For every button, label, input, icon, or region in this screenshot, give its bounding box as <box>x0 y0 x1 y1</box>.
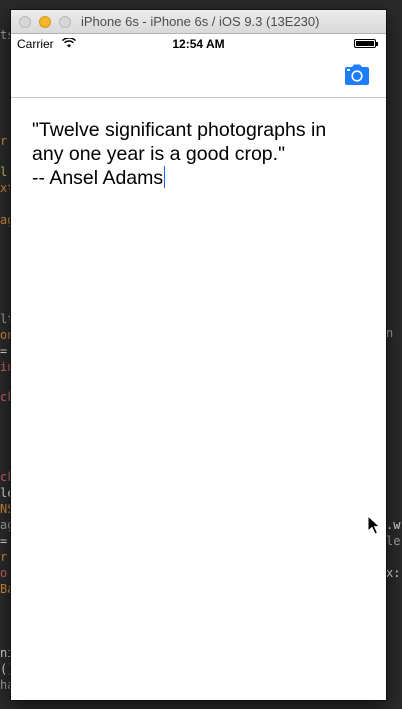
quote-line: any one year is a good crop." <box>32 143 285 165</box>
mouse-pointer-icon <box>367 515 381 535</box>
camera-icon[interactable] <box>343 63 371 87</box>
code-fragment: o <box>0 566 8 580</box>
status-bar: Carrier 12:54 AM <box>11 34 386 54</box>
simulator-window: iPhone 6s - iPhone 6s / iOS 9.3 (13E230)… <box>11 10 386 700</box>
window-title: iPhone 6s - iPhone 6s / iOS 9.3 (13E230) <box>81 14 320 29</box>
text-caret <box>164 166 166 188</box>
code-fragment: x: <box>386 566 401 580</box>
code-fragment: r <box>0 134 8 148</box>
code-fragment: = <box>0 344 8 358</box>
background-code-editor-right: n .w le x: <box>386 0 402 709</box>
code-fragment: .w <box>386 518 401 532</box>
code-fragment: n <box>386 326 394 340</box>
minimize-window-button[interactable] <box>39 16 51 28</box>
quote-text-view[interactable]: "Twelve significant photographs in any o… <box>32 118 362 190</box>
ios-screen: Carrier 12:54 AM "Twelve significant pho… <box>11 34 386 700</box>
zoom-window-button[interactable] <box>59 16 71 28</box>
quote-line: -- Ansel Adams <box>32 167 164 189</box>
quote-line: "Twelve significant photographs in <box>32 119 327 141</box>
navigation-bar <box>11 54 386 98</box>
quote-attribution-line: -- Ansel Adams <box>32 166 362 190</box>
window-titlebar[interactable]: iPhone 6s - iPhone 6s / iOS 9.3 (13E230) <box>11 10 386 34</box>
code-fragment: l <box>0 165 8 179</box>
code-fragment: le <box>386 534 401 548</box>
code-fragment: = <box>0 534 8 548</box>
status-time: 12:54 AM <box>172 37 225 51</box>
close-window-button[interactable] <box>19 16 31 28</box>
battery-icon <box>354 39 378 48</box>
